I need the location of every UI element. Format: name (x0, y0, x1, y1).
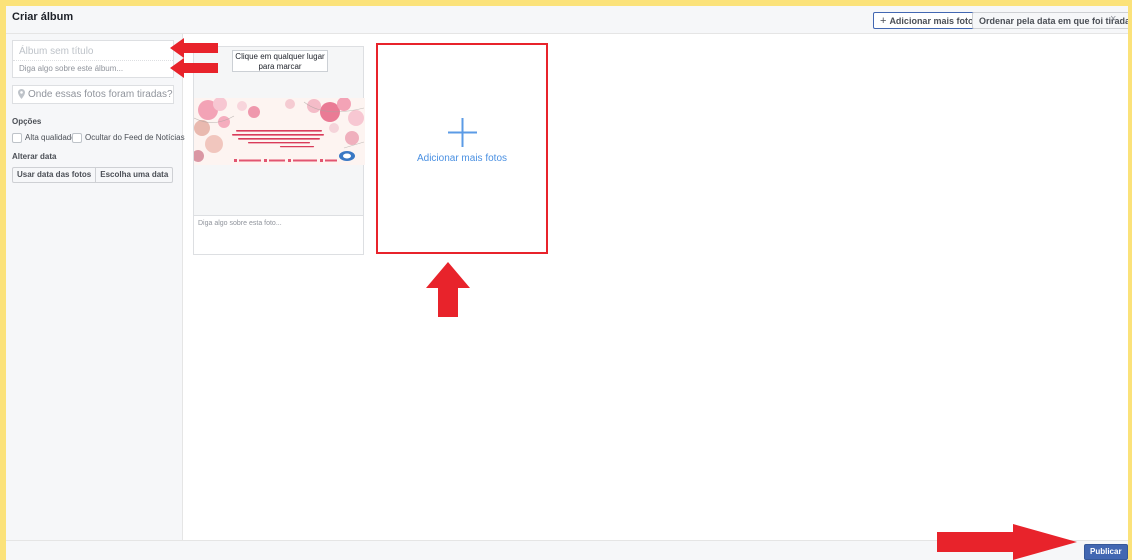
high-quality-label: Alta qualidade (25, 133, 76, 143)
dialog-header: Criar álbum + Adicionar mais fotos Ordena… (6, 6, 1128, 34)
album-info-box: Álbum sem título Diga algo sobre este ál… (12, 40, 174, 78)
album-description-input[interactable]: Diga algo sobre este álbum... (19, 64, 123, 73)
sort-by-date-button[interactable]: Ordenar pela data em que foi tirada (972, 12, 1128, 29)
add-more-photos-card-label: Adicionar mais fotos (416, 153, 508, 164)
high-quality-checkbox[interactable] (12, 133, 22, 143)
change-date-label: Alterar data (12, 152, 57, 161)
photo-card: Clique em qualquer lugar para marcar Dig… (193, 46, 365, 255)
choose-date-button[interactable]: Escolha uma data (95, 168, 172, 182)
options-label: Opções (12, 117, 42, 126)
annotation-arrow-left-icon (170, 58, 218, 78)
add-plus-icon (448, 118, 477, 147)
publish-button[interactable]: Publicar (1084, 544, 1128, 560)
hide-from-feed-checkbox[interactable] (72, 133, 82, 143)
hide-from-feed-option[interactable]: Ocultar do Feed de Notícias (72, 133, 185, 143)
album-title-input[interactable]: Álbum sem título (19, 46, 93, 57)
annotation-arrow-right-icon (937, 524, 1077, 560)
location-input[interactable]: Onde essas fotos foram tiradas? (12, 85, 174, 104)
tag-tooltip-line2: para marcar (258, 62, 302, 71)
photo-caption-placeholder: Diga algo sobre esta foto... (198, 220, 282, 227)
close-icon[interactable]: × (1110, 13, 1116, 25)
hide-from-feed-label: Ocultar do Feed de Notícias (85, 133, 185, 143)
dialog-title: Criar álbum (12, 11, 74, 23)
photo-caption-field[interactable]: Diga algo sobre esta foto... (194, 215, 363, 254)
tag-tooltip: Clique em qualquer lugar para marcar (232, 50, 328, 72)
tag-tooltip-line1: Clique em qualquer lugar (235, 52, 325, 61)
annotation-arrow-left-icon (170, 38, 218, 58)
date-button-group: Usar data das fotos Escolha uma data (12, 167, 174, 183)
add-more-photos-label: Adicionar mais fotos (889, 16, 979, 26)
use-photo-dates-button[interactable]: Usar data das fotos (13, 168, 95, 182)
annotation-arrow-up-icon (426, 262, 470, 317)
add-more-photos-button[interactable]: + Adicionar mais fotos (873, 12, 986, 29)
uploaded-photo[interactable] (194, 98, 365, 165)
album-sidebar: Álbum sem título Diga algo sobre este ál… (6, 34, 185, 540)
location-pin-icon (18, 89, 25, 99)
divider (13, 60, 173, 61)
plus-icon: + (880, 15, 887, 27)
add-more-photos-card[interactable]: Adicionar mais fotos (376, 43, 548, 254)
high-quality-option[interactable]: Alta qualidade (12, 133, 76, 143)
create-album-dialog: Criar álbum + Adicionar mais fotos Ordena… (6, 6, 1128, 560)
location-placeholder: Onde essas fotos foram tiradas? (28, 89, 173, 100)
